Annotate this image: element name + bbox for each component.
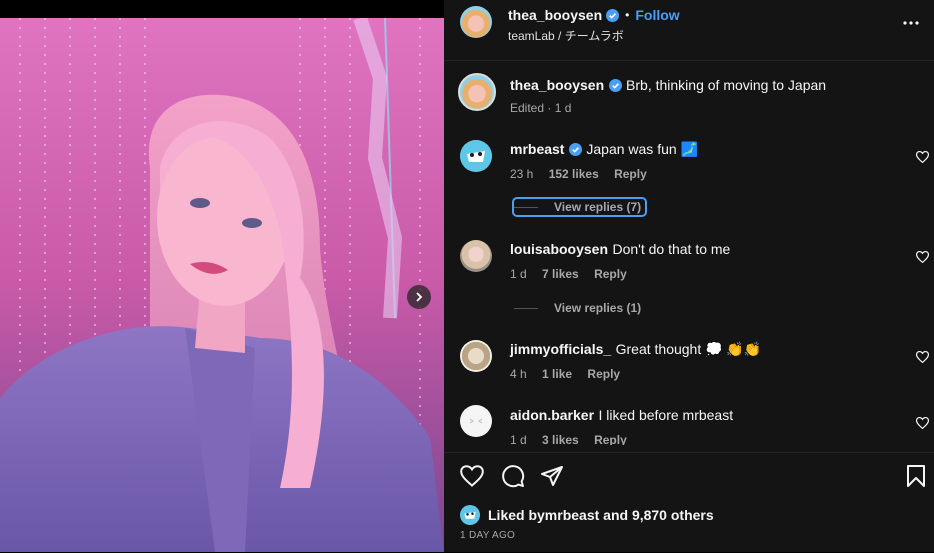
mrbeast-logo-icon [460,140,492,172]
view-replies-button[interactable]: View replies (7) [511,197,648,217]
divider [514,307,538,309]
send-icon [541,466,563,486]
heart-icon [460,465,484,487]
like-comment-button[interactable] [915,350,930,368]
comment-icon [502,465,525,488]
commenter-avatar[interactable] [460,340,492,372]
post-modal: thea_booysen • Follow teamLab / チームラボ th… [0,0,934,552]
comment-text: Great thought 💭 👏👏 [615,341,762,357]
reply-button[interactable]: Reply [594,267,627,281]
caption-edited-time: Edited · 1 d [510,101,572,115]
heart-icon [915,416,930,430]
comment-username[interactable]: louisabooysen [510,241,608,257]
view-replies-label: View replies (7) [554,200,642,214]
view-replies-label: View replies (1) [554,301,642,315]
comment-likes[interactable]: 1 like [542,367,572,381]
separator-dot: • [625,8,630,22]
commenter-avatar[interactable] [460,405,492,437]
bookmark-icon [907,465,925,487]
chevron-right-icon [416,292,423,302]
comment-username[interactable]: mrbeast [510,141,564,157]
comment-likes[interactable]: 7 likes [542,267,579,281]
reply-button[interactable]: Reply [587,367,620,381]
more-icon [903,21,919,25]
like-comment-button[interactable] [915,150,930,168]
like-comment-button[interactable] [915,416,930,434]
commenter-avatar[interactable] [460,240,492,272]
heart-icon [915,350,930,364]
follow-button[interactable]: Follow [635,7,679,23]
heart-icon [915,250,930,264]
next-image-button[interactable] [407,285,431,309]
verified-badge-icon [606,8,620,22]
reply-button[interactable]: Reply [614,167,647,181]
comment-button[interactable] [501,464,525,493]
comment-time: 1 d [510,433,527,445]
post-timestamp[interactable]: 1 DAY AGO [460,530,515,541]
view-replies-button[interactable]: View replies (1) [514,301,641,315]
mrbeast-logo-icon [460,505,480,525]
post-photo[interactable] [0,18,444,552]
author-avatar[interactable] [460,6,492,38]
comment-time: 4 h [510,367,527,381]
post-media [0,0,444,552]
post-details-panel: thea_booysen • Follow teamLab / チームラボ th… [444,0,934,552]
likes-middle: and [599,507,632,523]
save-button[interactable] [906,464,926,493]
action-bar [444,452,934,553]
comment-username[interactable]: jimmyofficials_ [510,341,611,357]
likes-prefix: Liked by [488,507,545,523]
more-options-button[interactable] [902,14,920,37]
verified-badge-icon [568,143,582,157]
post-location[interactable]: teamLab / チームラボ [508,27,624,44]
comment-text: Japan was fun 🗾 [586,141,698,157]
verified-badge-icon [608,79,622,93]
commenter-avatar[interactable] [460,140,492,172]
like-button[interactable] [460,465,484,492]
likes-summary: Liked by mrbeast and 9,870 others [460,505,714,525]
caption-text: Brb, thinking of moving to Japan [626,77,827,93]
comment-time: 23 h [510,167,534,181]
caption-username[interactable]: thea_booysen [510,77,604,93]
reply-button[interactable]: Reply [594,433,627,445]
share-button[interactable] [540,464,564,493]
divider [514,206,538,208]
comment-time: 1 d [510,267,527,281]
liked-by-user[interactable]: mrbeast [545,507,599,523]
likes-count[interactable]: 9,870 others [632,507,714,523]
heart-icon [915,150,930,164]
comment-text: I liked before mrbeast [598,407,734,423]
comment-text: Don't do that to me [612,241,731,257]
default-avatar-icon [469,418,483,424]
post-header: thea_booysen • Follow teamLab / チームラボ [444,0,934,61]
caption-avatar[interactable] [458,73,496,111]
comment-likes[interactable]: 152 likes [549,167,599,181]
author-username[interactable]: thea_booysen [508,7,602,23]
comment-username[interactable]: aidon.barker [510,407,594,423]
like-comment-button[interactable] [915,250,930,268]
comment-likes[interactable]: 3 likes [542,433,579,445]
